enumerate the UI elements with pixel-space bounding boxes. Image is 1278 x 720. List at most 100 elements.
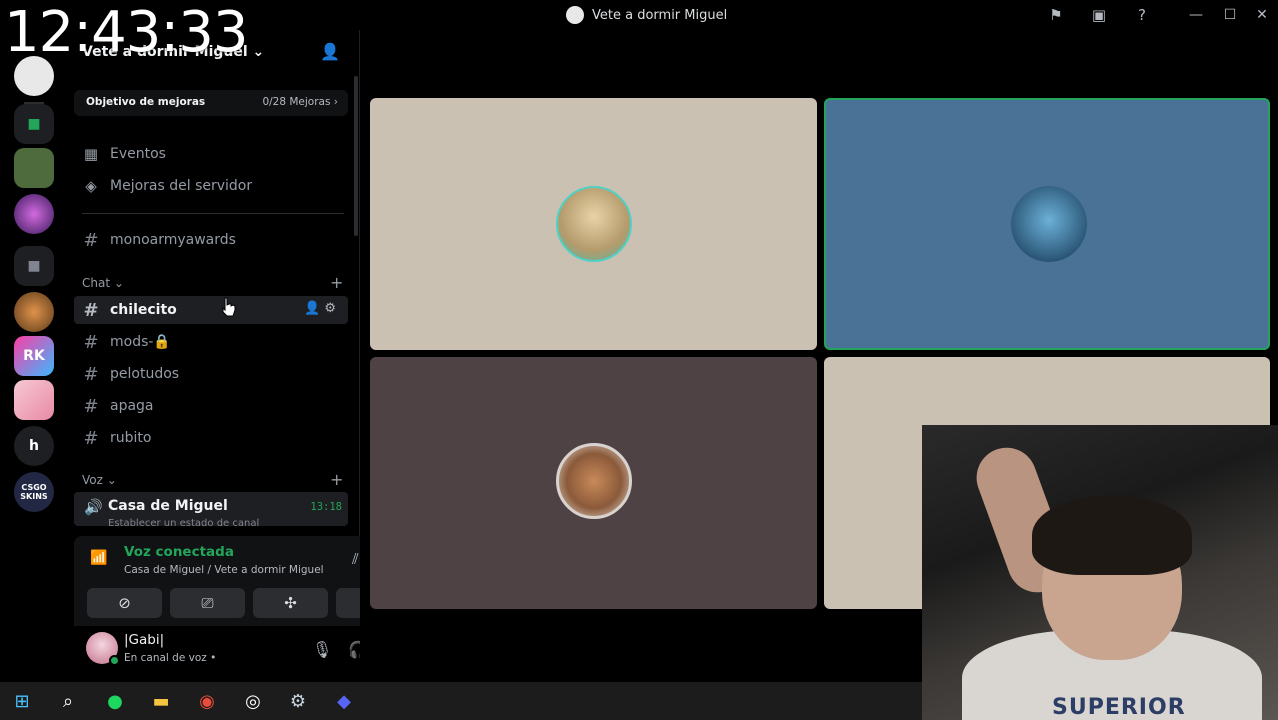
folder-icon[interactable]: ■ [14,104,54,144]
server-list: ■ ■ RK h CSGO SKINS [0,30,68,682]
participant-tile-speaking[interactable] [824,98,1270,350]
channel-apaga[interactable]: # apaga [74,392,348,420]
discord-icon[interactable]: ◆ [331,688,357,714]
create-voice-channel-icon[interactable]: + [330,470,343,489]
search-icon[interactable]: ⌕ [55,688,81,714]
server-icon [566,6,584,24]
voice-connected-title[interactable]: Voz conectada [124,544,234,560]
invite-user-icon[interactable]: 👤 [320,42,340,61]
camera-off-button[interactable]: ⊘ [87,588,162,618]
category-chat-label: Chat [82,276,111,290]
steam-icon[interactable]: ⚙ [285,688,311,714]
voice-timer: 13:18 [310,501,342,513]
server-icon-pink[interactable] [14,380,54,420]
server-boosts-item[interactable]: ◈ Mejoras del servidor [82,172,346,200]
voice-connected-subtitle: Casa de Miguel / Vete a dormir Miguel [124,564,324,576]
shirt-text: SUPERIOR [1052,695,1186,720]
calendar-icon: ▦ [83,145,99,163]
folder-icon[interactable]: ■ [14,246,54,286]
user-status: En canal de voz • [124,652,217,664]
channel-sidebar: Vete a dormir Miguel ⌄ 👤 Objetivo de mej… [68,30,428,682]
spotify-icon[interactable]: ● [102,688,128,714]
close-button[interactable]: ✕ [1252,5,1272,25]
channel-label: monoarmyawards [110,232,236,248]
mouse-cursor-icon [222,297,236,317]
hash-icon: # [83,299,99,321]
server-csgo-label: CSGO SKINS [20,483,48,501]
activities-icon: ✣ [284,594,297,612]
sidebar-scrollbar[interactable] [354,76,358,236]
channel-monoarmyawards[interactable]: # monoarmyawards [74,226,348,254]
server-icon-h[interactable]: h [14,426,54,466]
boost-goal-progress: 0/28 Mejoras › [262,96,338,108]
channel-label: mods-🔒 [110,334,171,350]
server-h-label: h [29,438,39,454]
noise-suppression-icon[interactable]: ⫽ [352,550,359,568]
obs-icon[interactable]: ◎ [240,688,266,714]
divider [82,213,344,214]
boosts-label: Mejoras del servidor [110,178,253,194]
channel-label: pelotudos [110,366,180,382]
boost-progress-text: 0/28 Mejoras [262,96,331,108]
avatar[interactable] [86,632,120,666]
camera-off-icon: ⊘ [118,594,131,612]
channel-rubito[interactable]: # rubito [74,424,348,452]
window-title: Vete a dormir Miguel [566,6,727,24]
participant-tile[interactable] [370,98,817,350]
webcam-overlay: SUPERIOR [922,425,1278,720]
voice-channel-status: Establecer un estado de canal [108,518,260,526]
boost-goal-bar[interactable]: Objetivo de mejoras 0/28 Mejoras › [74,90,348,116]
hash-icon: # [83,427,99,449]
activities-button[interactable]: ✣ [253,588,328,618]
participant-avatar [1011,186,1087,262]
category-voice-label: Voz [82,473,103,487]
server-icon-orange[interactable] [14,292,54,332]
inbox-icon[interactable]: ▣ [1089,5,1109,25]
channel-chilecito[interactable]: # chilecito 👤⚙ [74,296,348,324]
username[interactable]: |Gabi| [124,632,164,648]
channel-label: chilecito [110,302,177,318]
participant-tile[interactable] [370,357,817,609]
channel-mods[interactable]: # mods-🔒 [74,328,348,356]
participant-avatar [556,443,632,519]
category-chat[interactable]: Chat ⌄ [82,276,124,290]
server-rk-label: RK [23,348,45,364]
help-icon[interactable]: ? [1132,5,1152,25]
category-voice[interactable]: Voz ⌄ [82,473,117,487]
window-title-text: Vete a dormir Miguel [592,7,728,23]
boost-goal-label: Objetivo de mejoras [86,96,206,108]
hash-icon: # [83,363,99,385]
events-label: Eventos [110,146,166,162]
minimize-button[interactable]: — [1186,5,1206,25]
channel-label: apaga [110,398,154,414]
online-status-dot [109,655,120,666]
voice-channel-casa-de-miguel[interactable]: 🔊 Casa de Miguel 13:18 Establecer un est… [74,492,348,526]
server-icon-csgo[interactable]: CSGO SKINS [14,472,54,512]
voice-channel-label: Casa de Miguel [108,498,228,514]
server-icon-purple[interactable] [14,194,54,234]
hash-icon: # [83,331,99,353]
webcam-hair [1032,495,1192,575]
server-icon-green[interactable] [14,148,54,188]
channel-pelotudos[interactable]: # pelotudos [74,360,348,388]
stream-clock-overlay: 12:43:33 [4,0,249,65]
channel-actions[interactable]: 👤⚙ [304,301,340,316]
chrome-icon[interactable]: ◉ [194,688,220,714]
signal-icon[interactable]: 📶 [88,550,110,572]
speaker-icon: 🔊 [84,498,103,516]
microphone-icon[interactable]: 🎙 [312,640,332,659]
start-icon[interactable]: ⊞ [9,688,35,714]
events-item[interactable]: ▦ Eventos [82,140,346,168]
screen-share-button[interactable]: ⎚ [170,588,245,618]
flag-icon[interactable]: ⚑ [1046,5,1066,25]
create-channel-icon[interactable]: + [330,273,343,292]
file-explorer-icon[interactable]: ▬ [148,688,174,714]
hash-icon: # [83,229,99,251]
hash-icon: # [83,395,99,417]
maximize-button[interactable]: ☐ [1220,5,1240,25]
screen-share-icon: ⎚ [201,594,214,612]
channel-label: rubito [110,430,152,446]
boost-icon: ◈ [85,177,97,195]
participant-avatar [556,186,632,262]
server-icon-rk[interactable]: RK [14,336,54,376]
